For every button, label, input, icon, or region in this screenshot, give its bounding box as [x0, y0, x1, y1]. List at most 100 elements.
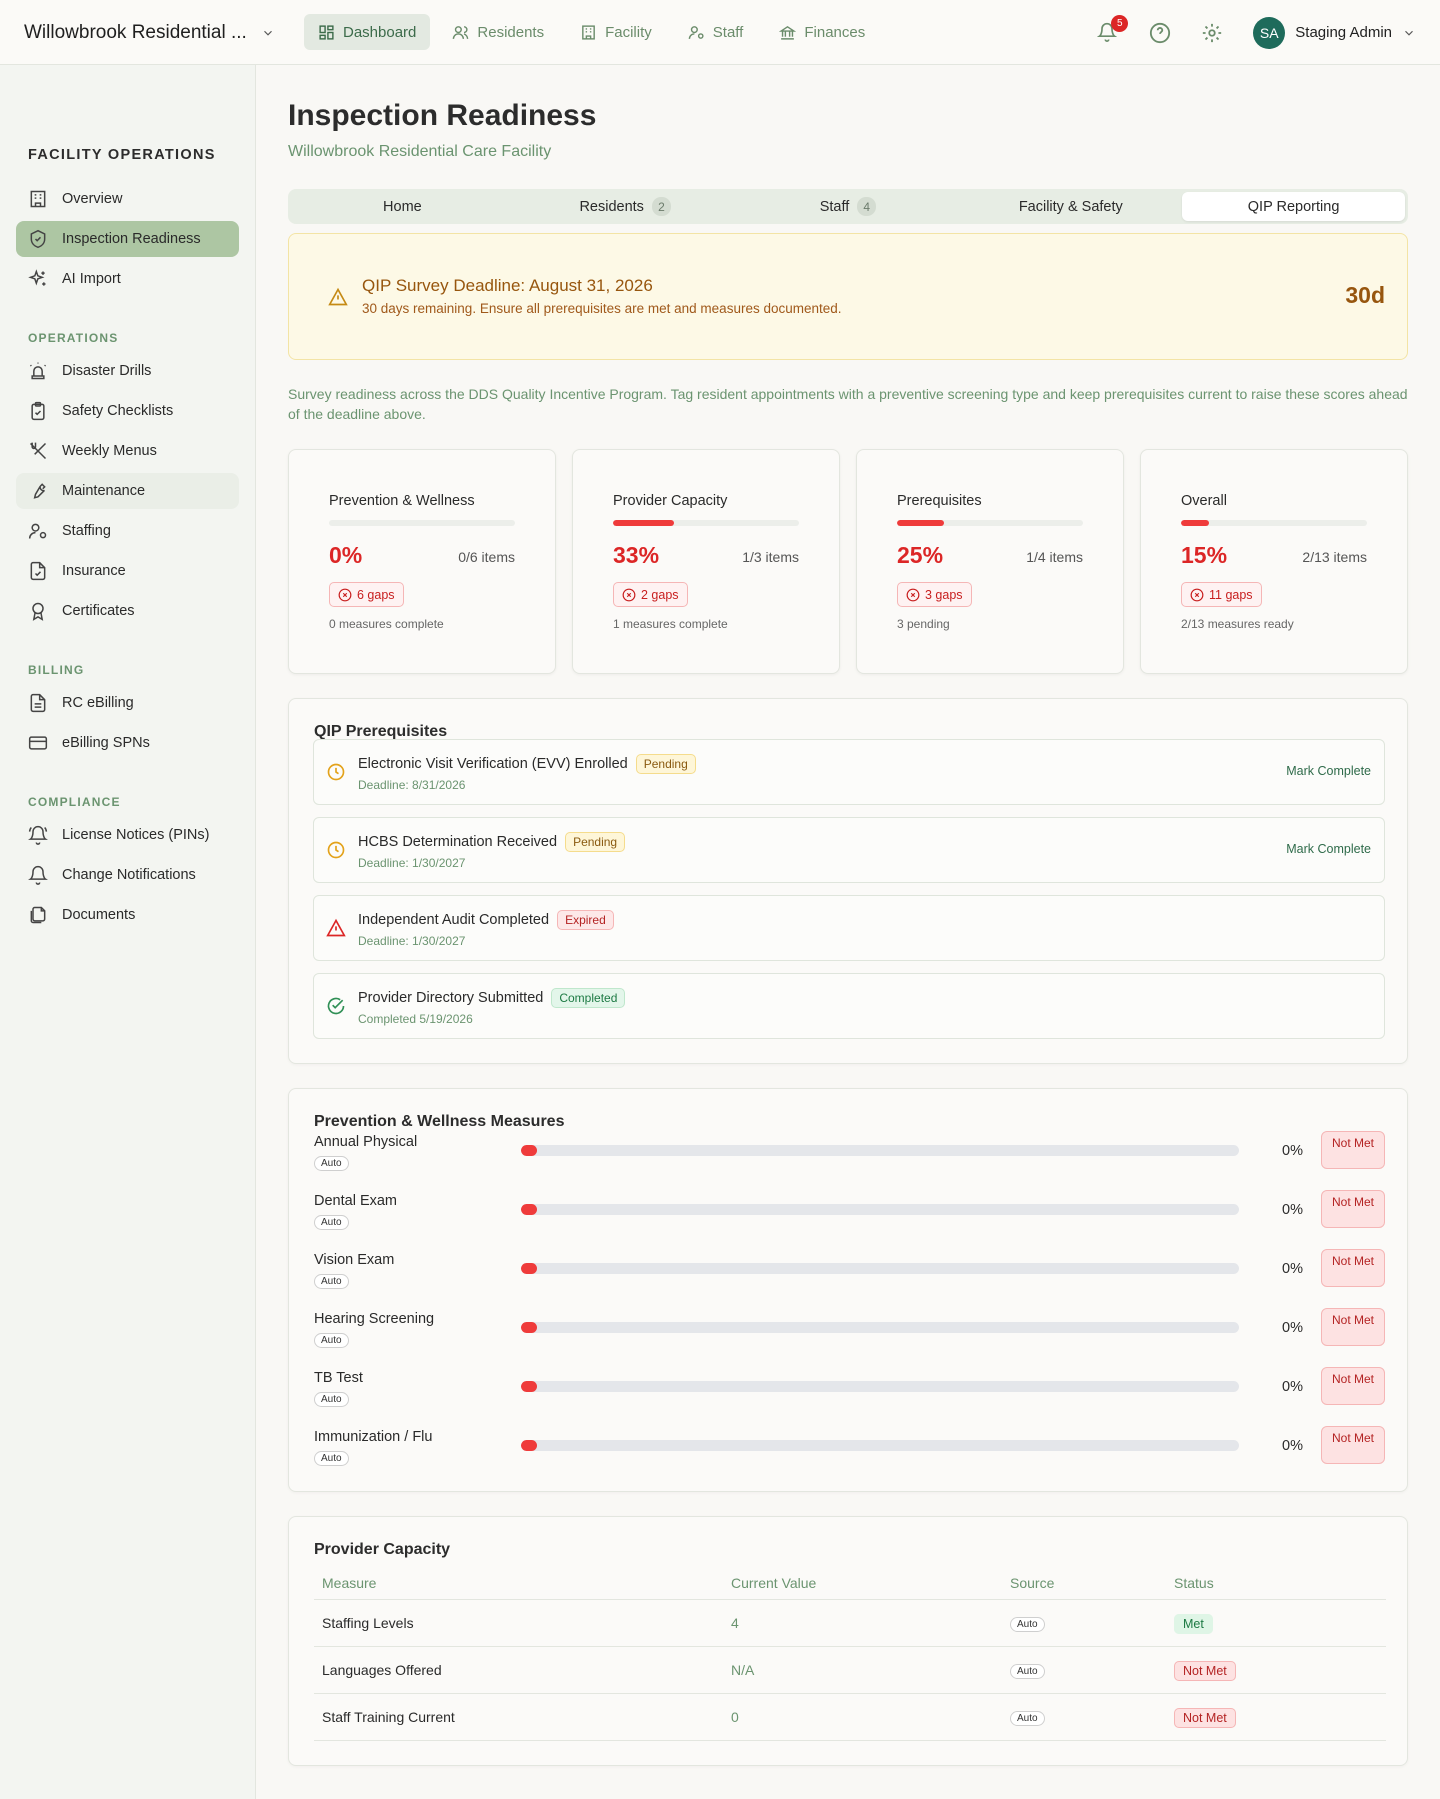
settings-button[interactable] — [1201, 22, 1223, 44]
prerequisite-name: Provider Directory Submitted — [358, 990, 544, 1006]
receipt-icon — [30, 693, 46, 713]
nav-facility[interactable]: Facility — [566, 14, 666, 50]
status-badge: Pending — [565, 832, 626, 852]
avatar: SA — [1253, 16, 1286, 49]
sidebar-item-maintenance[interactable]: Maintenance — [16, 473, 239, 509]
notifications-button[interactable]: 5 — [1097, 14, 1129, 44]
provider-capacity-card: Provider Capacity Measure Current Value … — [288, 1516, 1408, 1766]
sidebar-item-rc-ebilling[interactable]: RC eBilling — [16, 685, 239, 721]
kpi-footer: 1 measures complete — [613, 617, 728, 631]
sidebar-item-weekly-menus[interactable]: Weekly Menus — [16, 433, 239, 469]
measure-cell: Staffing Levels — [314, 1599, 723, 1647]
kpi-label: Provider Capacity — [613, 493, 728, 509]
status-badge: Not Met — [1321, 1131, 1385, 1169]
kpi-items: 2/13 items — [1302, 549, 1367, 565]
tab-label: Facility & Safety — [1018, 198, 1123, 215]
measure-progress — [521, 1322, 1239, 1333]
sidebar-item-ebilling-spns[interactable]: eBilling SPNs — [16, 725, 239, 761]
help-button[interactable] — [1149, 22, 1171, 44]
alert-detail: 30 days remaining. Ensure all prerequisi… — [362, 301, 842, 316]
chevron-down-icon — [263, 30, 272, 36]
sidebar-item-safety-checklists[interactable]: Safety Checklists — [16, 393, 239, 429]
prerequisite-date: Deadline: 1/30/2027 — [358, 934, 466, 948]
tab-qip-reporting[interactable]: QIP Reporting — [1182, 192, 1405, 221]
measure-percent: 0% — [1282, 1438, 1303, 1454]
mark-complete-button[interactable]: Mark Complete — [1286, 842, 1371, 856]
kpi-progress — [1181, 520, 1367, 526]
source-cell: Auto — [1002, 1693, 1166, 1741]
column-header: Measure — [314, 1567, 723, 1600]
measure-row: Annual Physical Auto 0% Not Met — [314, 1131, 1386, 1174]
sidebar-item-change-notifications[interactable]: Change Notifications — [16, 857, 239, 893]
kpi-percent: 33% — [613, 542, 660, 568]
sidebar-item-label: eBilling SPNs — [62, 735, 150, 751]
sidebar-item-certificates[interactable]: Certificates — [16, 593, 239, 629]
gear-icon — [1203, 23, 1222, 42]
sidebar-item-documents[interactable]: Documents — [16, 897, 239, 933]
wrench-icon — [33, 483, 46, 499]
x-circle-icon — [906, 588, 920, 601]
sidebar-item-staffing[interactable]: Staffing — [16, 513, 239, 549]
prerequisite-row: Electronic Visit Verification (EVV) Enro… — [313, 739, 1385, 805]
sidebar-title: FACILITY OPERATIONS — [28, 147, 216, 163]
kpi-footer: 3 pending — [897, 617, 950, 631]
clock-icon — [327, 763, 345, 781]
status-badge: Not Met — [1321, 1308, 1385, 1346]
kpi-card: Prerequisites 25% 1/4 items 3 gaps 3 pen… — [856, 449, 1124, 674]
status-badge: Not Met — [1321, 1367, 1385, 1405]
nav-dashboard[interactable]: Dashboard — [304, 14, 431, 50]
mark-complete-button[interactable]: Mark Complete — [1286, 764, 1371, 778]
sidebar-item-label: Certificates — [62, 603, 135, 619]
nav-finances[interactable]: Finances — [765, 14, 879, 50]
file-check-icon — [30, 561, 46, 581]
card-title: Prevention & Wellness Measures — [314, 1113, 565, 1130]
kpi-label: Overall — [1181, 493, 1227, 509]
status-badge: Not Met — [1321, 1249, 1385, 1287]
sidebar-item-inspection-readiness[interactable]: Inspection Readiness — [16, 221, 239, 257]
tab-bar: Home Residents 2 Staff 4 Facility & Safety… — [288, 189, 1408, 224]
user-menu[interactable]: SA Staging Admin — [1253, 16, 1416, 49]
sidebar-item-ai-import[interactable]: AI Import — [16, 261, 239, 297]
measure-name: Hearing Screening — [314, 1311, 435, 1327]
source-badge: Auto — [1010, 1663, 1045, 1679]
sidebar-item-license-notices[interactable]: License Notices (PINs) — [16, 817, 239, 853]
nav-residents[interactable]: Residents — [438, 14, 558, 50]
kpi-gaps: 3 gaps — [925, 587, 963, 602]
credit-card-icon — [28, 736, 48, 750]
measure-percent: 0% — [1282, 1379, 1303, 1395]
prerequisite-name: Independent Audit Completed — [358, 912, 550, 928]
x-circle-icon — [1190, 588, 1204, 601]
source-badge: Auto — [1010, 1710, 1045, 1726]
status-badge: Met — [1174, 1613, 1213, 1634]
tab-residents[interactable]: Residents 2 — [514, 192, 737, 221]
tab-facility-safety[interactable]: Facility & Safety — [959, 192, 1182, 221]
tab-label: Residents — [579, 198, 644, 215]
kpi-percent: 0% — [329, 542, 363, 568]
sidebar-item-disaster-drills[interactable]: Disaster Drills — [16, 353, 239, 389]
prerequisite-row: HCBS Determination Received Pending Deadl… — [313, 817, 1385, 883]
status-badge: Pending — [635, 754, 696, 774]
prerequisite-date: Deadline: 8/31/2026 — [358, 778, 466, 792]
prerequisite-date: Completed 5/19/2026 — [358, 1012, 473, 1026]
bell-icon — [28, 865, 48, 885]
sidebar-item-insurance[interactable]: Insurance — [16, 553, 239, 589]
intro-text: Survey readiness across the DDS Quality … — [288, 386, 1408, 422]
help-icon — [1150, 22, 1171, 43]
status-badge: Completed — [551, 988, 626, 1008]
kpi-progress-fill — [1181, 520, 1209, 526]
kpi-items: 1/3 items — [742, 549, 799, 565]
facility-switcher[interactable]: Willowbrook Residential ... — [24, 0, 275, 65]
sidebar-item-label: Weekly Menus — [62, 443, 157, 459]
nav-label: Residents — [477, 23, 545, 41]
source-badge: Auto — [314, 1274, 349, 1289]
staff-icon — [688, 25, 704, 39]
tab-label: Home — [383, 198, 422, 215]
sidebar-item-overview[interactable]: Overview — [16, 181, 239, 217]
nav-staff[interactable]: Staff — [674, 14, 758, 50]
tab-staff[interactable]: Staff 4 — [737, 192, 960, 221]
users-icon — [453, 25, 469, 39]
chevron-down-icon — [1405, 30, 1413, 36]
measure-row: Vision Exam Auto 0% Not Met — [314, 1249, 1386, 1292]
tab-home[interactable]: Home — [291, 192, 514, 221]
measure-cell: Staff Training Current — [314, 1693, 723, 1741]
